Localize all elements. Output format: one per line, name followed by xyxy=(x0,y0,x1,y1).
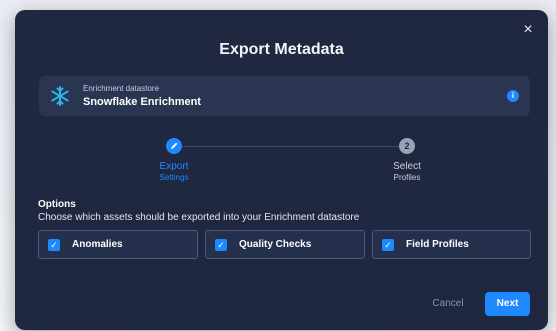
close-icon[interactable]: × xyxy=(520,22,536,38)
option-anomalies[interactable]: ✓ Anomalies xyxy=(38,230,198,259)
stepper-connector xyxy=(173,146,402,147)
dialog-title: Export Metadata xyxy=(219,41,344,58)
step-2-title: Select xyxy=(393,161,421,172)
step-2-number: 2 xyxy=(399,138,415,154)
step-1-subtitle: Settings xyxy=(159,173,189,182)
snowflake-icon xyxy=(51,86,69,106)
options-heading: Options xyxy=(38,199,76,210)
export-metadata-dialog: × Export Metadata Enrichment datastore S… xyxy=(15,10,548,330)
datastore-name: Snowflake Enrichment xyxy=(83,96,201,108)
step-2-subtitle: Profiles xyxy=(393,173,421,182)
step-1-pencil-icon xyxy=(166,138,182,154)
cancel-button[interactable]: Cancel xyxy=(425,292,471,316)
checkbox-checked-icon[interactable]: ✓ xyxy=(48,239,60,251)
option-field-profiles[interactable]: ✓ Field Profiles xyxy=(372,230,531,259)
step-1-title: Export xyxy=(159,161,189,172)
checkbox-checked-icon[interactable]: ✓ xyxy=(382,239,394,251)
option-quality-checks[interactable]: ✓ Quality Checks xyxy=(205,230,365,259)
option-label: Anomalies xyxy=(72,239,123,250)
checkbox-checked-icon[interactable]: ✓ xyxy=(215,239,227,251)
datastore-card: Enrichment datastore Snowflake Enrichmen… xyxy=(39,76,530,116)
pencil-icon xyxy=(171,142,178,149)
options-description: Choose which assets should be exported i… xyxy=(38,212,360,223)
info-icon[interactable]: i xyxy=(507,90,519,102)
next-button[interactable]: Next xyxy=(485,292,530,316)
option-label: Quality Checks xyxy=(239,239,312,250)
option-label: Field Profiles xyxy=(406,239,469,250)
datastore-label: Enrichment datastore xyxy=(83,84,160,93)
